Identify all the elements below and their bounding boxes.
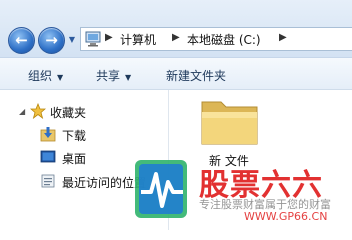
- chevron-down-icon: ▼: [57, 73, 64, 82]
- favorites-label: 收藏夹: [50, 106, 87, 120]
- sidebar-item-downloads[interactable]: 下载: [0, 124, 168, 146]
- share-button[interactable]: 共享 ▼: [96, 67, 131, 84]
- address-bar[interactable]: ▶ 计算机 ▶ 本地磁盘 (C:) ▶: [80, 27, 352, 51]
- folder-icon: [201, 101, 258, 145]
- organize-label: 组织: [28, 69, 53, 83]
- arrow-right-icon: →: [45, 31, 58, 49]
- recent-places-icon: [41, 174, 55, 188]
- arrow-left-icon: ←: [15, 31, 28, 49]
- recent-pages-dropdown[interactable]: ▼: [67, 33, 77, 45]
- explorer-window: ← → ▼ ▶ 计算机 ▶ 本地磁盘 (C:) ▶ 组织 ▼ 共享 ▼ 新建文件…: [0, 0, 352, 230]
- organize-button[interactable]: 组织 ▼: [28, 67, 63, 84]
- star-icon: [30, 103, 46, 119]
- breadcrumb-separator-icon[interactable]: ▶: [172, 32, 180, 43]
- breadcrumb-local-disk[interactable]: 本地磁盘 (C:): [187, 31, 261, 48]
- chevron-down-icon: ▼: [125, 73, 132, 82]
- new-folder-button[interactable]: 新建文件夹: [166, 67, 226, 84]
- chevron-down-icon: ▼: [68, 34, 76, 44]
- breadcrumb-separator-icon[interactable]: ▶: [279, 32, 287, 43]
- forward-button[interactable]: →: [38, 27, 65, 54]
- command-toolbar: 组织 ▼ 共享 ▼ 新建文件夹: [0, 57, 352, 90]
- computer-icon: [85, 31, 101, 47]
- back-button[interactable]: ←: [8, 27, 35, 54]
- download-folder-icon: [40, 127, 56, 142]
- downloads-label: 下载: [62, 129, 87, 143]
- collapse-arrow-icon[interactable]: ◢: [19, 107, 25, 116]
- watermark-url: WWW.GP66.CN: [244, 210, 328, 223]
- desktop-icon: [40, 150, 56, 163]
- share-label: 共享: [96, 69, 121, 83]
- watermark-logo-icon: [135, 160, 187, 218]
- breadcrumb-separator-icon[interactable]: ▶: [105, 32, 113, 43]
- breadcrumb-computer[interactable]: 计算机: [120, 31, 156, 48]
- address-row: ← → ▼ ▶ 计算机 ▶ 本地磁盘 (C:) ▶: [0, 0, 352, 57]
- sidebar-item-favorites[interactable]: ◢ 收藏夹: [0, 101, 168, 123]
- desktop-label: 桌面: [62, 152, 87, 166]
